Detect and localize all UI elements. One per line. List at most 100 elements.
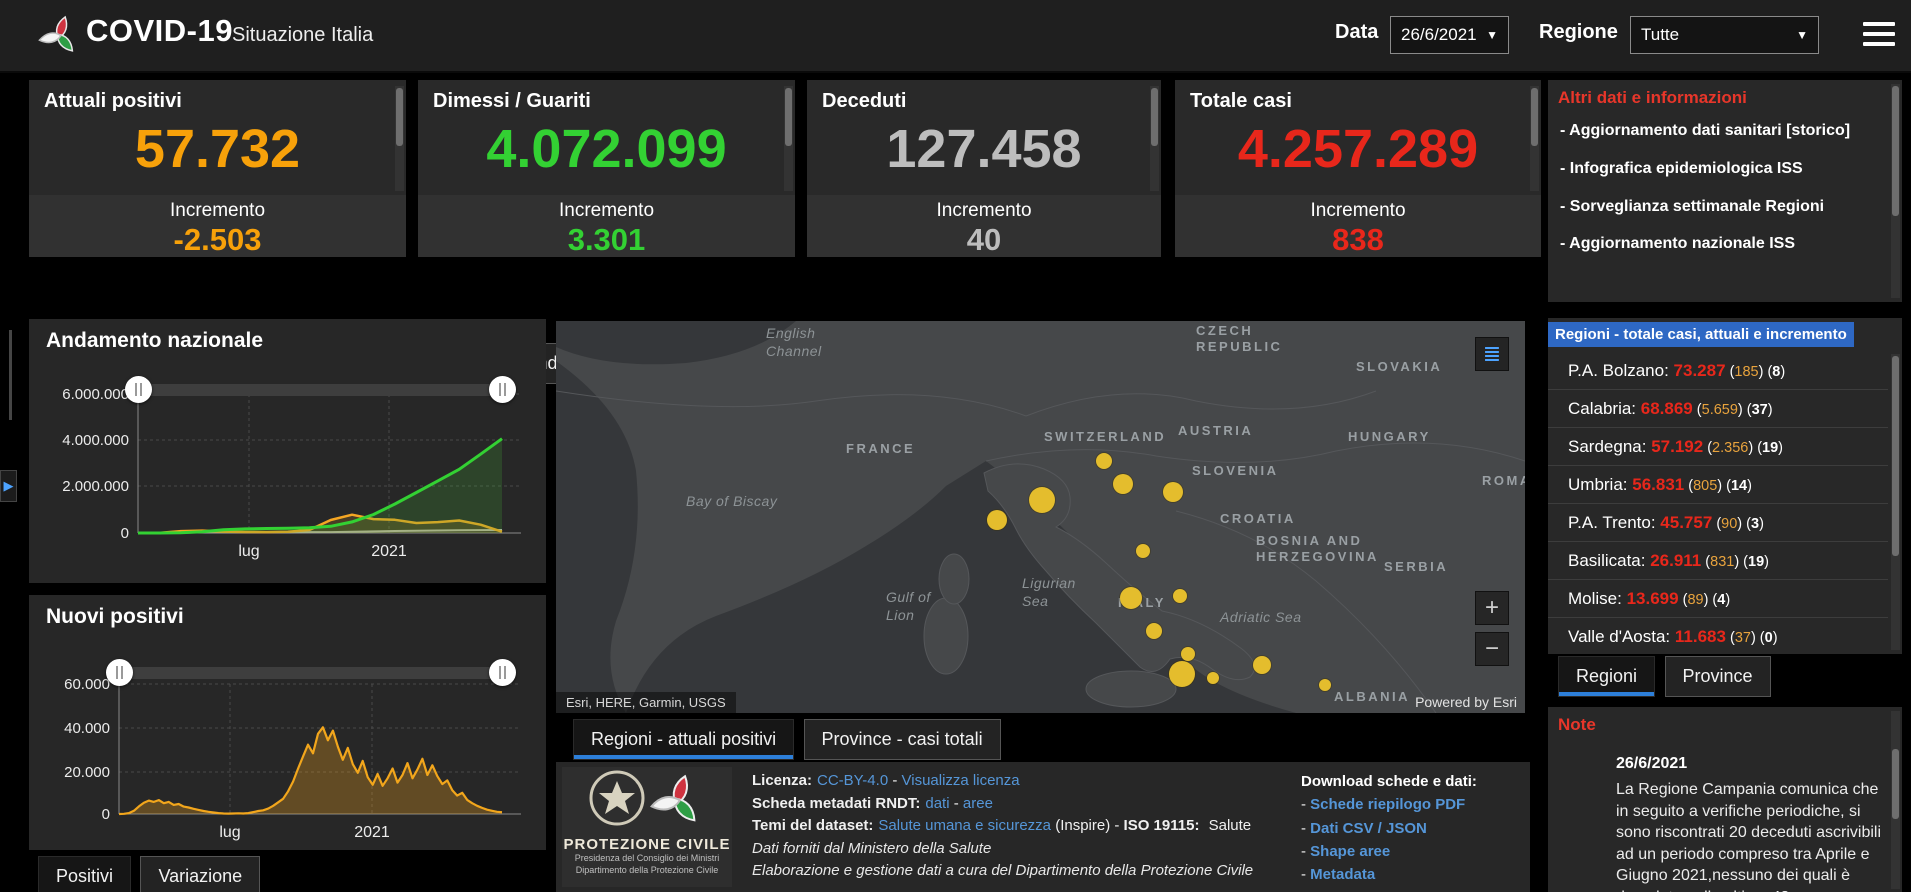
svg-text:4.000.000: 4.000.000: [62, 432, 129, 449]
slider-handle-right[interactable]: [489, 376, 516, 403]
map-legend-button[interactable]: ≣: [1475, 337, 1509, 371]
svg-text:0: 0: [121, 525, 129, 542]
map-label: Bay of Biscay: [686, 493, 777, 511]
map-base: [556, 321, 1525, 713]
aree-link[interactable]: aree: [963, 795, 993, 812]
download-link[interactable]: Metadata: [1310, 866, 1375, 883]
sidebar-info-link[interactable]: - Infografica epidemiologica ISS: [1560, 142, 1876, 180]
covid-dashboard: COVID-19 Situazione Italia Data 26/6/202…: [0, 0, 1911, 892]
license-link[interactable]: CC-BY-4.0: [817, 772, 888, 789]
expand-sidebar-button[interactable]: ▶: [0, 470, 17, 502]
metadata-label: Scheda metadati RNDT:: [752, 795, 920, 812]
view-license-link[interactable]: Visualizza licenza: [902, 772, 1020, 789]
card-value: 57.732: [29, 118, 406, 180]
note-text: La Regione Campania comunica che in segu…: [1616, 779, 1884, 892]
svg-text:40.000: 40.000: [64, 720, 110, 737]
scrollbar[interactable]: [1530, 86, 1539, 191]
date-select-value: 26/6/2021: [1401, 25, 1477, 45]
legend-list-icon: ≣: [1483, 343, 1501, 365]
collapsed-panel-edge: [9, 330, 12, 420]
region-select-value: Tutte: [1641, 25, 1679, 45]
region-row: P.A. Trento: 45.757 (90) (3): [1548, 504, 1888, 542]
map-label: SLOVAKIA: [1356, 359, 1442, 375]
map-marker[interactable]: [1113, 474, 1133, 494]
regione-label: Regione: [1539, 21, 1618, 44]
svg-text:20.000: 20.000: [64, 764, 110, 781]
map-marker[interactable]: [1136, 544, 1150, 558]
map-label: SERBIA: [1384, 559, 1448, 575]
card-title: Totale casi: [1190, 90, 1292, 113]
org-line1: Presidenza del Consiglio dei Ministri: [562, 853, 732, 865]
tab-regioni[interactable]: Regioni: [1558, 656, 1655, 697]
tab-positivi[interactable]: Positivi: [38, 856, 131, 892]
tab-province-casi-totali[interactable]: Province - casi totali: [804, 719, 1001, 760]
map-label: ALBANIA: [1334, 689, 1410, 705]
date-select[interactable]: 26/6/2021 ▼: [1390, 16, 1509, 54]
separator: (Inspire) -: [1051, 817, 1124, 834]
data-processing-note: Elaborazione e gestione dati a cura del …: [752, 860, 1312, 883]
map-marker[interactable]: [1163, 482, 1183, 502]
tab-province[interactable]: Province: [1665, 656, 1771, 697]
license-label: Licenza:: [752, 772, 812, 789]
slider-handle-left[interactable]: [106, 659, 133, 686]
map-marker[interactable]: [1253, 656, 1271, 674]
scrollbar[interactable]: [1891, 84, 1900, 298]
slider-handle-left[interactable]: [125, 376, 152, 403]
map-zoom-in-button[interactable]: +: [1475, 591, 1509, 625]
scrollbar[interactable]: [1891, 354, 1900, 650]
download-row: - Metadata: [1301, 863, 1526, 886]
tab-variazione[interactable]: Variazione: [140, 856, 260, 892]
map-attribution: Esri, HERE, Garmin, USGS: [556, 692, 736, 713]
map-marker[interactable]: [1096, 453, 1112, 469]
map-label: Adriatic Sea: [1220, 609, 1301, 627]
time-range-slider[interactable]: [138, 384, 502, 396]
svg-text:2021: 2021: [371, 543, 407, 560]
chevron-down-icon: ▼: [1796, 28, 1808, 42]
region-row: Molise: 13.699 (89) (4): [1548, 580, 1888, 618]
region-select[interactable]: Tutte ▼: [1630, 16, 1819, 54]
time-range-slider[interactable]: [119, 667, 502, 679]
map-marker[interactable]: [1169, 661, 1195, 687]
increment-value: -2.503: [29, 222, 406, 257]
sidebar-info-link[interactable]: - Aggiornamento nazionale ISS: [1560, 217, 1876, 255]
download-link[interactable]: Shape aree: [1310, 843, 1390, 860]
map-marker[interactable]: [1173, 589, 1187, 603]
region-row: Umbria: 56.831 (805) (14): [1548, 466, 1888, 504]
metadata-row: Scheda metadati RNDT:dati - aree: [752, 793, 1312, 816]
download-title: Download schede e dati:: [1301, 770, 1526, 793]
stat-card: Attuali positivi 57.732 Incremento -2.50…: [29, 80, 406, 257]
map-marker[interactable]: [1029, 487, 1055, 513]
license-row: Licenza:CC-BY-4.0 - Visualizza licenza: [752, 770, 1312, 793]
map-zoom-out-button[interactable]: −: [1475, 632, 1509, 666]
scrollbar[interactable]: [1891, 711, 1900, 889]
slider-handle-right[interactable]: [489, 659, 516, 686]
card-totale-casi: Totale casi 4.257.289 Incremento 838 Dat…: [1175, 80, 1541, 257]
svg-text:2021: 2021: [354, 824, 390, 841]
download-row: - Dati CSV / JSON: [1301, 817, 1526, 840]
dati-link[interactable]: dati: [925, 795, 949, 812]
map-marker[interactable]: [987, 510, 1007, 530]
download-link[interactable]: Schede riepilogo PDF: [1310, 796, 1465, 813]
region-row: Valle d'Aosta: 11.683 (37) (0): [1548, 618, 1888, 654]
tab-regioni-attuali-positivi[interactable]: Regioni - attuali positivi: [573, 719, 794, 760]
svg-text:lug: lug: [219, 824, 240, 841]
map-marker[interactable]: [1181, 647, 1195, 661]
chevron-right-icon: ▶: [4, 478, 14, 494]
map-marker[interactable]: [1120, 587, 1142, 609]
protezione-civile-logo-block: PROTEZIONE CIVILE Presidenza del Consigl…: [562, 767, 732, 887]
salute-link[interactable]: Salute umana e sicurezza: [878, 817, 1051, 834]
download-link[interactable]: Dati CSV / JSON: [1310, 820, 1427, 837]
chevron-down-icon: ▼: [1486, 28, 1498, 42]
scrollbar[interactable]: [1150, 86, 1159, 191]
scrollbar[interactable]: [395, 86, 404, 191]
sidebar-info-link[interactable]: - Sorveglianza settimanale Regioni: [1560, 180, 1876, 218]
card-deceduti: Deceduti 127.458 Incremento 40 Dati Anda…: [807, 80, 1161, 257]
map-marker[interactable]: [1319, 679, 1331, 691]
sidebar-info-link[interactable]: - Aggiornamento dati sanitari [storico]: [1560, 104, 1876, 142]
map-marker[interactable]: [1146, 623, 1162, 639]
increment-label: Incremento: [29, 200, 406, 222]
map-marker[interactable]: [1207, 672, 1219, 684]
europe-map[interactable]: EnglishChannelCZECHREPUBLICSLOVAKIAFRANC…: [556, 321, 1525, 713]
hamburger-menu-icon[interactable]: [1863, 22, 1895, 48]
scrollbar[interactable]: [784, 86, 793, 191]
